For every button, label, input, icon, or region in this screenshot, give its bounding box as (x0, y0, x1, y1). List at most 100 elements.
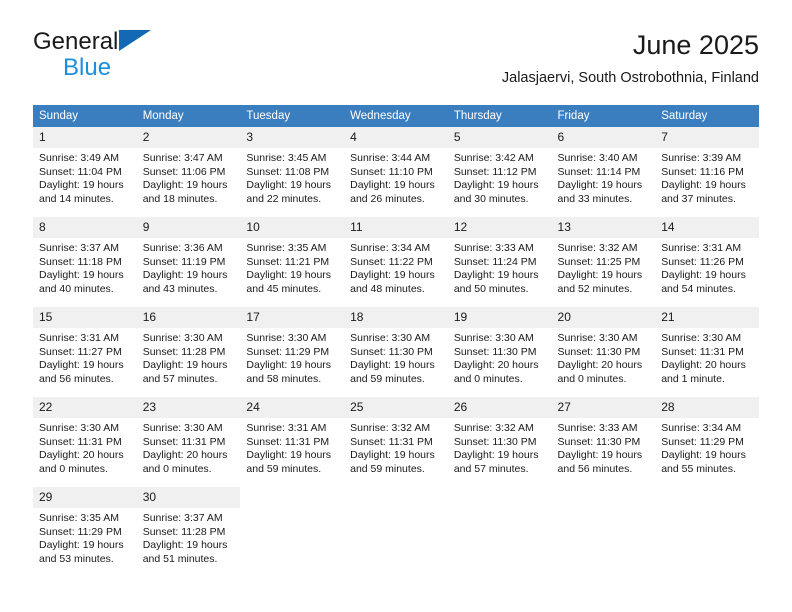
daylight-text-line1: Daylight: 19 hours (142, 269, 228, 281)
brand-logo[interactable]: General Blue (33, 28, 253, 86)
calendar-day-cell[interactable]: 28 Sunrise: 3:34 AM Sunset: 11:29 PM Daylig… (655, 397, 759, 477)
sunrise-text: Sunrise: 3:31 AM (661, 242, 742, 254)
calendar-week-row: 15 Sunrise: 3:31 AM Sunset: 11:27 PM Daylig… (33, 307, 759, 387)
day-number: 19 (447, 307, 552, 328)
day-info: Sunrise: 3:42 AM Sunset: 11:12 PM Daylight… (448, 148, 552, 206)
calendar-day-cell[interactable]: 29 Sunrise: 3:35 AM Sunset: 11:29 PM Daylig… (33, 487, 137, 567)
daylight-text-line1: Daylight: 19 hours (350, 269, 435, 281)
week-spacer-cell (33, 477, 759, 487)
day-number: 13 (551, 217, 656, 238)
daylight-text-line1: Daylight: 19 hours (39, 359, 124, 371)
daylight-text-line2: and 52 minutes. (557, 282, 633, 295)
calendar-day-cell[interactable]: 19 Sunrise: 3:30 AM Sunset: 11:30 PM Daylig… (447, 307, 552, 387)
day-info: Sunrise: 3:30 AM Sunset: 11:31 PM Daylight… (33, 418, 137, 476)
day-number: 29 (33, 487, 137, 508)
day-info: Sunrise: 3:37 AM Sunset: 11:18 PM Daylight… (33, 238, 137, 296)
sunset-text: Sunset: 11:29 PM (661, 435, 744, 448)
calendar-empty-cell (240, 487, 345, 567)
calendar-day-cell[interactable]: 12 Sunrise: 3:33 AM Sunset: 11:24 PM Daylig… (447, 217, 552, 297)
calendar-day-cell[interactable]: 20 Sunrise: 3:30 AM Sunset: 11:30 PM Daylig… (551, 307, 656, 387)
day-number: 16 (136, 307, 241, 328)
sunrise-text: Sunrise: 3:30 AM (142, 422, 223, 434)
page-subtitle: Jalasjaervi, South Ostrobothnia, Finland (501, 70, 759, 86)
day-number (655, 487, 759, 492)
week-spacer-cell (33, 207, 759, 217)
calendar-day-cell[interactable]: 4 Sunrise: 3:44 AM Sunset: 11:10 PM Dayligh… (344, 127, 448, 207)
day-info: Sunrise: 3:30 AM Sunset: 11:30 PM Daylight… (552, 328, 656, 386)
day-number (447, 487, 552, 492)
daylight-text-line2: and 58 minutes. (246, 372, 322, 385)
daylight-text-line2: and 56 minutes. (39, 372, 114, 385)
calendar-day-cell[interactable]: 27 Sunrise: 3:33 AM Sunset: 11:30 PM Daylig… (551, 397, 656, 477)
daylight-text-line2: and 48 minutes. (350, 282, 425, 295)
calendar-day-cell[interactable]: 24 Sunrise: 3:31 AM Sunset: 11:31 PM Daylig… (240, 397, 345, 477)
day-number: 25 (344, 397, 448, 418)
sunrise-text: Sunrise: 3:40 AM (557, 152, 638, 164)
calendar-day-cell[interactable]: 16 Sunrise: 3:30 AM Sunset: 11:28 PM Daylig… (136, 307, 241, 387)
day-info: Sunrise: 3:31 AM Sunset: 11:31 PM Daylight… (240, 418, 344, 476)
weekday-header-saturday: Saturday (655, 105, 759, 127)
week-spacer-cell (33, 297, 759, 307)
calendar-empty-cell (551, 487, 656, 567)
sunset-text: Sunset: 11:08 PM (246, 165, 330, 178)
calendar-day-cell[interactable]: 22 Sunrise: 3:30 AM Sunset: 11:31 PM Daylig… (33, 397, 137, 477)
calendar-table: Sunday Monday Tuesday Wednesday Thursday… (33, 105, 759, 567)
weekday-header-tuesday: Tuesday (240, 105, 345, 127)
week-spacer-row (33, 477, 759, 487)
sunset-text: Sunset: 11:24 PM (453, 255, 537, 268)
daylight-text-line1: Daylight: 19 hours (246, 179, 332, 191)
calendar-day-cell[interactable]: 2 Sunrise: 3:47 AM Sunset: 11:06 PM Dayligh… (136, 127, 241, 207)
sunrise-text: Sunrise: 3:30 AM (246, 332, 327, 344)
day-info: Sunrise: 3:32 AM Sunset: 11:31 PM Daylight… (344, 418, 448, 476)
weekday-header-sunday: Sunday (33, 105, 137, 127)
calendar-day-cell[interactable]: 17 Sunrise: 3:30 AM Sunset: 11:29 PM Daylig… (240, 307, 345, 387)
calendar-day-cell[interactable]: 5 Sunrise: 3:42 AM Sunset: 11:12 PM Dayligh… (447, 127, 552, 207)
daylight-text-line1: Daylight: 19 hours (142, 359, 228, 371)
sunset-text: Sunset: 11:26 PM (661, 255, 744, 268)
day-number: 27 (551, 397, 656, 418)
calendar-day-cell[interactable]: 18 Sunrise: 3:30 AM Sunset: 11:30 PM Daylig… (344, 307, 448, 387)
daylight-text-line1: Daylight: 19 hours (661, 269, 746, 281)
day-info: Sunrise: 3:30 AM Sunset: 11:29 PM Daylight… (240, 328, 344, 386)
daylight-text-line2: and 50 minutes. (453, 282, 529, 295)
calendar-day-cell[interactable]: 3 Sunrise: 3:45 AM Sunset: 11:08 PM Dayligh… (240, 127, 345, 207)
daylight-text-line1: Daylight: 19 hours (453, 179, 539, 191)
daylight-text-line1: Daylight: 19 hours (142, 539, 228, 551)
page-header: General Blue June 2025 Jalasjaervi, Sout… (33, 28, 759, 96)
calendar-day-cell[interactable]: 8 Sunrise: 3:37 AM Sunset: 11:18 PM Dayligh… (33, 217, 137, 297)
daylight-text-line1: Daylight: 19 hours (246, 449, 332, 461)
calendar-day-cell[interactable]: 26 Sunrise: 3:32 AM Sunset: 11:30 PM Daylig… (447, 397, 552, 477)
calendar-day-cell[interactable]: 30 Sunrise: 3:37 AM Sunset: 11:28 PM Daylig… (136, 487, 241, 567)
calendar-day-cell[interactable]: 7 Sunrise: 3:39 AM Sunset: 11:16 PM Dayligh… (655, 127, 759, 207)
title-block: June 2025 Jalasjaervi, South Ostrobothni… (502, 28, 759, 87)
calendar-day-cell[interactable]: 1 Sunrise: 3:49 AM Sunset: 11:04 PM Dayligh… (33, 127, 137, 207)
day-info: Sunrise: 3:32 AM Sunset: 11:30 PM Daylight… (448, 418, 552, 476)
daylight-text-line1: Daylight: 19 hours (246, 359, 332, 371)
calendar-day-cell[interactable]: 23 Sunrise: 3:30 AM Sunset: 11:31 PM Daylig… (136, 397, 241, 477)
day-number: 6 (551, 127, 656, 148)
sunset-text: Sunset: 11:28 PM (142, 345, 226, 358)
sunset-text: Sunset: 11:31 PM (246, 435, 330, 448)
daylight-text-line2: and 59 minutes. (246, 462, 322, 475)
sunset-text: Sunset: 11:21 PM (246, 255, 330, 268)
sunset-text: Sunset: 11:04 PM (39, 165, 122, 178)
sunrise-text: Sunrise: 3:47 AM (142, 152, 223, 164)
sunset-text: Sunset: 11:30 PM (453, 345, 537, 358)
day-info: Sunrise: 3:30 AM Sunset: 11:31 PM Daylight… (137, 418, 241, 476)
sunrise-text: Sunrise: 3:30 AM (39, 422, 119, 434)
calendar-day-cell[interactable]: 15 Sunrise: 3:31 AM Sunset: 11:27 PM Daylig… (33, 307, 137, 387)
sunrise-text: Sunrise: 3:30 AM (557, 332, 638, 344)
calendar-day-cell[interactable]: 14 Sunrise: 3:31 AM Sunset: 11:26 PM Daylig… (655, 217, 759, 297)
day-number: 17 (240, 307, 345, 328)
calendar-day-cell[interactable]: 11 Sunrise: 3:34 AM Sunset: 11:22 PM Daylig… (344, 217, 448, 297)
calendar-day-cell[interactable]: 10 Sunrise: 3:35 AM Sunset: 11:21 PM Daylig… (240, 217, 345, 297)
calendar-day-cell[interactable]: 25 Sunrise: 3:32 AM Sunset: 11:31 PM Daylig… (344, 397, 448, 477)
calendar-day-cell[interactable]: 9 Sunrise: 3:36 AM Sunset: 11:19 PM Dayligh… (136, 217, 241, 297)
day-info: Sunrise: 3:44 AM Sunset: 11:10 PM Daylight… (344, 148, 448, 206)
calendar-day-cell[interactable]: 6 Sunrise: 3:40 AM Sunset: 11:14 PM Dayligh… (551, 127, 656, 207)
day-number: 3 (240, 127, 345, 148)
day-info: Sunrise: 3:36 AM Sunset: 11:19 PM Daylight… (137, 238, 241, 296)
calendar-day-cell[interactable]: 13 Sunrise: 3:32 AM Sunset: 11:25 PM Daylig… (551, 217, 656, 297)
calendar-day-cell[interactable]: 21 Sunrise: 3:30 AM Sunset: 11:31 PM Daylig… (655, 307, 759, 387)
daylight-text-line2: and 45 minutes. (246, 282, 322, 295)
